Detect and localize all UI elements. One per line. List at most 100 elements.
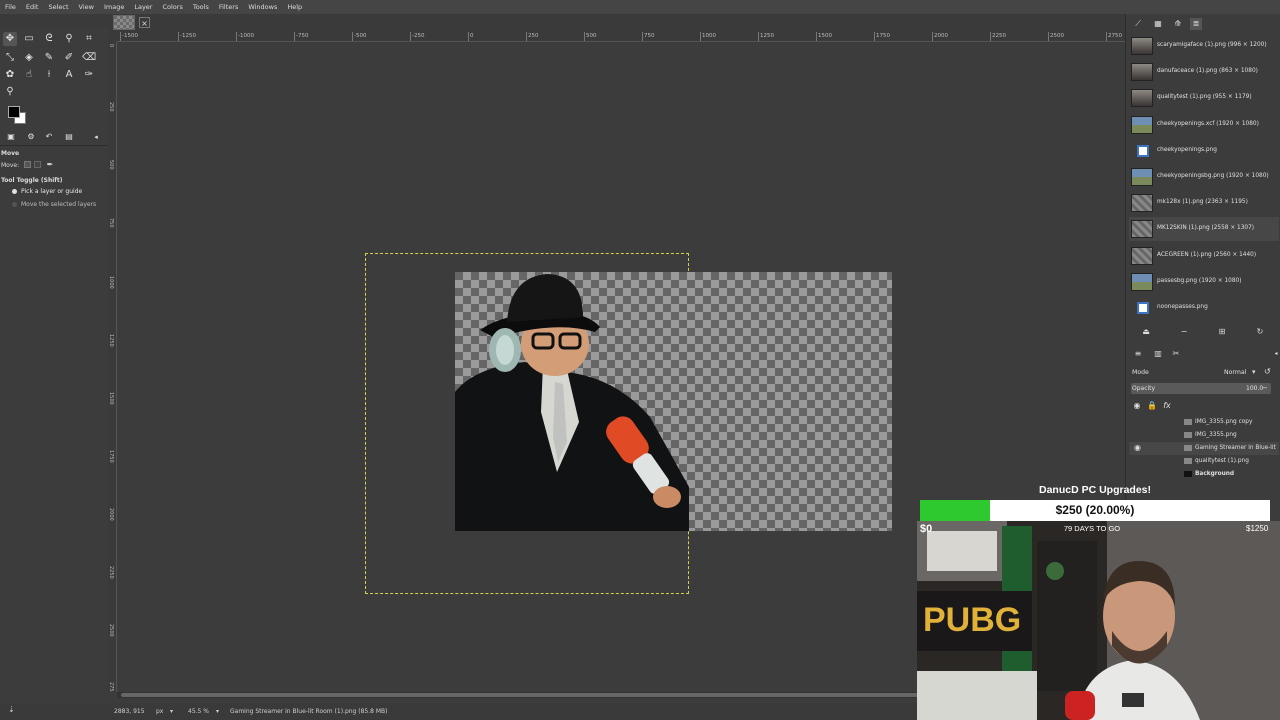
menu-windows[interactable]: Windows: [243, 3, 282, 11]
vertical-ruler[interactable]: 0 250 500 750 1000 1250 1500 1750 2000 2250 2500 27…: [108, 42, 117, 692]
option-pick-layer[interactable]: Pick a layer or guide: [21, 188, 82, 195]
image-list-item[interactable]: passesbg.png (1920 × 1080): [1129, 270, 1279, 294]
layer-row[interactable]: ◉ Gaming Streamer in Blue-lit: [1129, 442, 1279, 455]
foreground-color-swatch[interactable]: [8, 106, 20, 118]
pencil-icon[interactable]: ✐: [62, 51, 76, 65]
clone-icon[interactable]: ✿: [3, 68, 17, 82]
radio-move-selected[interactable]: [12, 202, 17, 207]
crop-icon[interactable]: ⌗: [82, 32, 96, 46]
unit-selector[interactable]: px: [156, 708, 163, 715]
fuzzy-select-icon[interactable]: ⚲: [62, 32, 76, 46]
image-list-item[interactable]: qualitytest (1).png (955 × 1179): [1129, 86, 1279, 110]
ruler-tick-label: -1500: [122, 33, 138, 39]
chevron-down-icon[interactable]: ▾: [170, 708, 173, 715]
configure-tab-icon[interactable]: ◂: [1270, 348, 1280, 360]
menu-image[interactable]: Image: [99, 3, 129, 11]
move-path-icon[interactable]: ✒: [43, 158, 57, 172]
menu-colors[interactable]: Colors: [157, 3, 187, 11]
eye-icon[interactable]: ◉: [1131, 400, 1143, 412]
transform-icon[interactable]: ⤡: [3, 51, 17, 65]
lock-icon[interactable]: 🔒: [1146, 400, 1158, 412]
chevron-down-icon[interactable]: ▾: [1252, 368, 1256, 376]
smudge-icon[interactable]: ☝: [22, 68, 36, 82]
layer-row[interactable]: IMG_3355.png copy: [1129, 416, 1279, 429]
layer-row[interactable]: IMG_3355.png: [1129, 429, 1279, 442]
menu-file[interactable]: File: [0, 3, 21, 11]
menu-tools[interactable]: Tools: [188, 3, 214, 11]
canvas-photo-layer[interactable]: [455, 272, 689, 531]
raise-display-icon[interactable]: ⏏: [1140, 326, 1152, 338]
image-list-item[interactable]: cheekyopeningsbg.png (1920 × 1080): [1129, 165, 1279, 189]
ruler-corner[interactable]: [108, 32, 117, 42]
images-tab-icon[interactable]: ▤: [62, 130, 76, 144]
bucket-fill-icon[interactable]: ◈: [22, 51, 36, 65]
layers-tab-icon[interactable]: ≡: [1132, 348, 1144, 360]
move-layer-toggle[interactable]: [24, 161, 31, 168]
quickmask-icon[interactable]: ⇣: [8, 705, 15, 714]
menu-layer[interactable]: Layer: [129, 3, 157, 11]
image-list-item[interactable]: cheekyopenings.xcf (1920 × 1080): [1129, 113, 1279, 137]
ruler-tick-mark: [932, 32, 933, 41]
undo-history-icon[interactable]: ↶: [42, 130, 56, 144]
images-tab-icon[interactable]: ≣: [1190, 18, 1202, 30]
color-picker-icon[interactable]: ✑: [82, 68, 96, 82]
close-icon[interactable]: ×: [139, 17, 150, 28]
menu-help[interactable]: Help: [282, 3, 307, 11]
rect-select-icon[interactable]: ▭: [22, 32, 36, 46]
horizontal-ruler[interactable]: -1500 -1250 -1000 -750 -500 -250 0 250 500 750 100…: [117, 32, 1125, 42]
brushes-tab-icon[interactable]: ⟋: [1132, 18, 1144, 30]
paths-icon[interactable]: ⍿: [42, 68, 56, 82]
channels-tab-icon[interactable]: ▥: [1152, 348, 1164, 360]
menu-edit[interactable]: Edit: [21, 3, 44, 11]
eye-icon[interactable]: ◉: [1134, 443, 1141, 452]
paintbrush-icon[interactable]: ✎: [42, 51, 56, 65]
image-list-item[interactable]: danufaceace (1).png (863 × 1080): [1129, 60, 1279, 84]
mode-label: Mode: [1132, 369, 1149, 376]
image-list-item[interactable]: ACEGREEN (1).png (2560 × 1440): [1129, 244, 1279, 268]
layer-name: Gaming Streamer in Blue-lit: [1195, 445, 1276, 451]
fx-icon[interactable]: fx: [1161, 400, 1173, 412]
chevron-down-icon[interactable]: ▾: [216, 708, 219, 715]
ruler-tick-mark: [410, 32, 411, 41]
image-name: danufaceace (1).png (863 × 1080): [1157, 68, 1258, 75]
paths-tab-icon[interactable]: ✂: [1170, 348, 1182, 360]
ruler-tick-mark: [990, 32, 991, 41]
configure-tab-icon[interactable]: ◂: [89, 130, 103, 144]
radio-pick-layer[interactable]: [12, 189, 17, 194]
ruler-tick-label: 1750: [108, 450, 114, 463]
text-tool-icon[interactable]: A: [62, 68, 76, 82]
opacity-stepper[interactable]: −: [1262, 384, 1268, 392]
image-list-item[interactable]: cheekyopenings.png: [1129, 139, 1279, 163]
tool-options-tab-icon[interactable]: ▣: [4, 130, 18, 144]
reset-mode-icon[interactable]: ↺: [1264, 367, 1271, 376]
image-list-item[interactable]: mk128x (1).png (2363 × 1195): [1129, 191, 1279, 215]
layer-thumbnail: [1184, 458, 1192, 464]
ruler-tick-label: 500: [586, 33, 597, 39]
new-display-icon[interactable]: ⊞: [1216, 326, 1228, 338]
image-list-item[interactable]: noonepasses.png: [1129, 296, 1279, 320]
lasso-icon[interactable]: ᘓ: [42, 32, 56, 46]
option-move-selected[interactable]: Move the selected layers: [21, 201, 96, 208]
move-tool-icon[interactable]: ✥: [3, 32, 17, 46]
mode-selector[interactable]: Normal: [1224, 369, 1246, 376]
layer-row[interactable]: qualitytest (1).png: [1129, 455, 1279, 468]
device-status-icon[interactable]: ⚙: [24, 130, 38, 144]
opacity-slider[interactable]: Opacity 100.0: [1131, 383, 1271, 394]
menu-view[interactable]: View: [74, 3, 99, 11]
image-list-item[interactable]: MK12SKIN (1).png (2558 × 1307): [1129, 217, 1279, 242]
zoom-icon[interactable]: ⚲: [3, 85, 17, 99]
menu-select[interactable]: Select: [43, 3, 73, 11]
refresh-icon[interactable]: ↻: [1254, 326, 1266, 338]
minus-icon[interactable]: −: [1178, 326, 1190, 338]
image-list-item[interactable]: scaryamigaface (1).png (996 × 1200): [1129, 34, 1279, 58]
image-tab-thumbnail[interactable]: [113, 15, 135, 30]
move-selection-toggle[interactable]: [34, 161, 41, 168]
menu-filters[interactable]: Filters: [214, 3, 243, 11]
fonts-tab-icon[interactable]: ⟰: [1172, 18, 1184, 30]
zoom-selector[interactable]: 45.5 %: [188, 708, 209, 715]
layer-name: qualitytest (1).png: [1195, 458, 1249, 464]
patterns-tab-icon[interactable]: ▦: [1152, 18, 1164, 30]
layer-row[interactable]: Background: [1129, 468, 1279, 481]
ruler-tick-mark: [294, 32, 295, 41]
eraser-icon[interactable]: ⌫: [82, 51, 96, 65]
